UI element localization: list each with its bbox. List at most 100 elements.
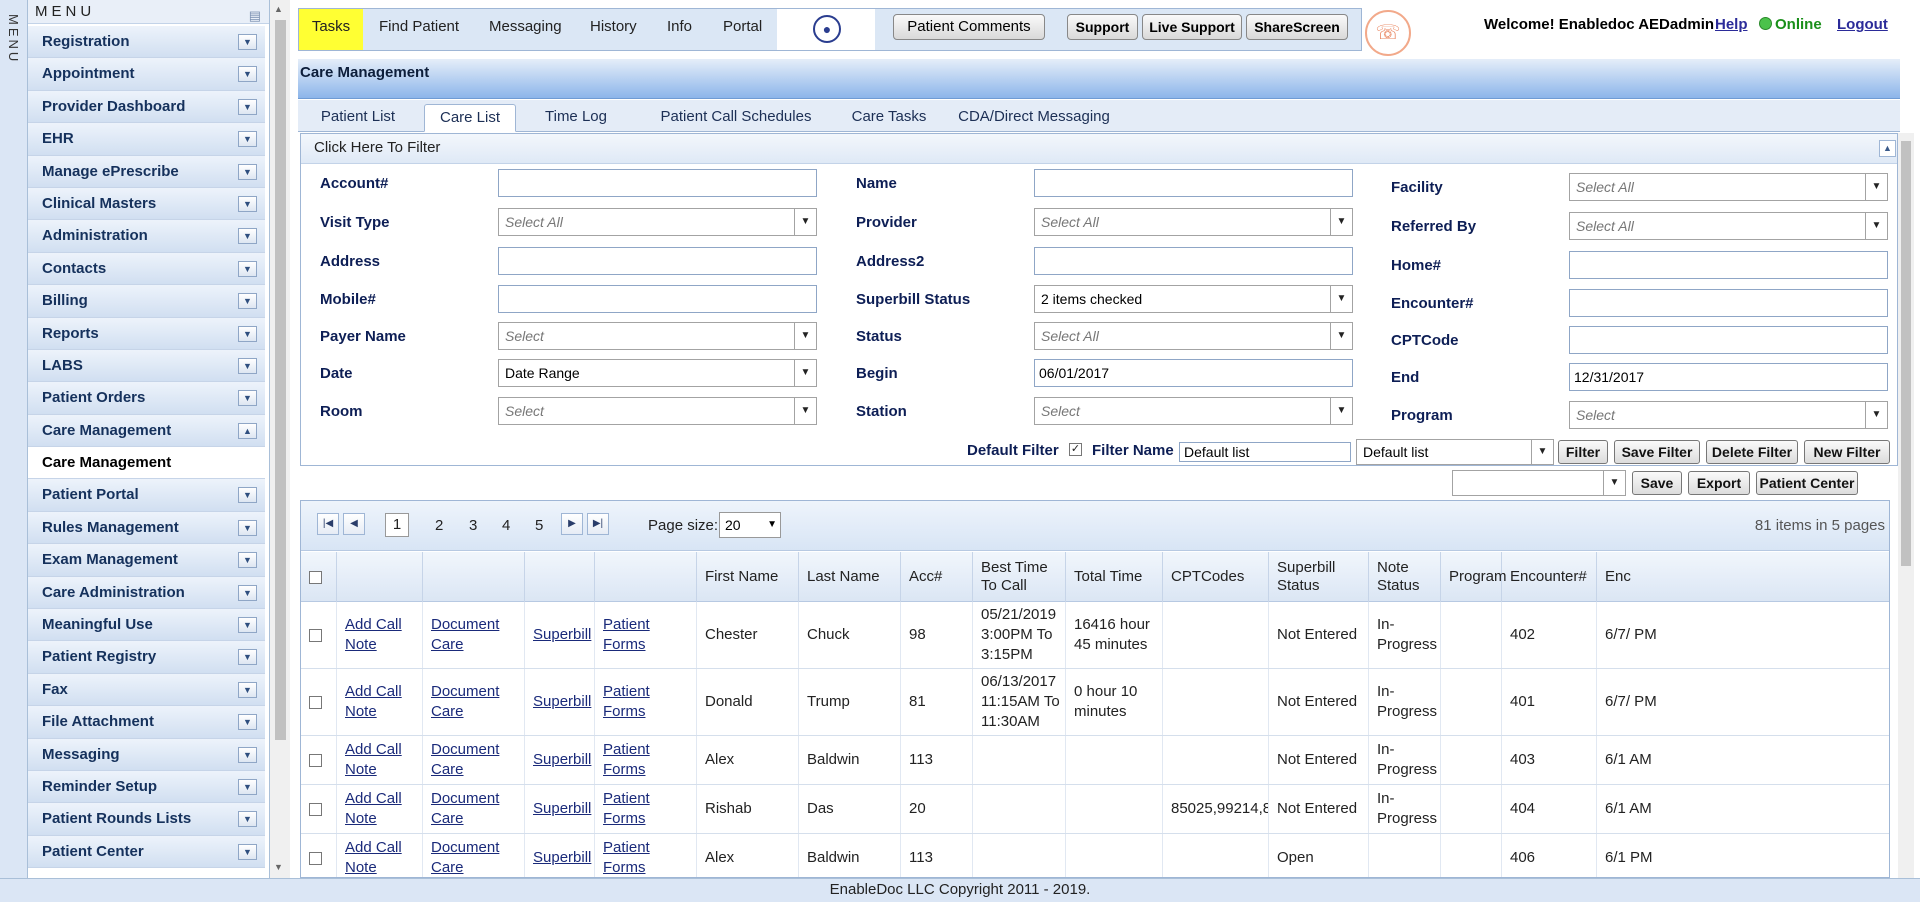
last-page-icon[interactable]: ▶|: [587, 513, 609, 535]
logout-link[interactable]: Logout: [1837, 16, 1888, 33]
sidebar-item[interactable]: Reports ▼: [28, 317, 265, 350]
sidebar-item[interactable]: Patient Orders ▼: [28, 382, 265, 415]
sidebar-item[interactable]: Exam Management ▼: [28, 544, 265, 577]
select-all-checkbox[interactable]: [309, 570, 322, 584]
add-call-note-link[interactable]: Add Call Note: [345, 789, 422, 829]
nav-history[interactable]: History: [590, 9, 637, 50]
tab-patient-list[interactable]: Patient List: [310, 104, 406, 132]
begin-date-input[interactable]: 06/01/2017: [1034, 359, 1353, 387]
chevron-down-icon[interactable]: ▼: [238, 66, 257, 83]
superbill-link[interactable]: Superbill: [533, 848, 591, 868]
status-select[interactable]: Select All ▼: [1034, 322, 1353, 350]
mobile-input[interactable]: [498, 285, 817, 313]
document-care-link[interactable]: Document Care: [431, 682, 524, 722]
column-header[interactable]: Best Time To Call: [973, 552, 1066, 602]
payer-name-select[interactable]: Select ▼: [498, 322, 817, 350]
patient-comments-button[interactable]: Patient Comments: [893, 14, 1045, 40]
tab-time-log[interactable]: Time Log: [534, 104, 618, 132]
sidebar-item[interactable]: EHR ▼: [28, 123, 265, 156]
chevron-down-icon[interactable]: ▼: [238, 714, 257, 731]
tab-care-list[interactable]: Care List: [424, 104, 516, 132]
save-filter-button[interactable]: Save Filter: [1614, 440, 1700, 464]
superbill-link[interactable]: Superbill: [533, 750, 591, 770]
cptcode-input[interactable]: [1569, 326, 1888, 354]
column-header[interactable]: CPTCodes: [1163, 552, 1269, 602]
sidebar-item[interactable]: Rules Management ▼: [28, 511, 265, 545]
superbill-link[interactable]: Superbill: [533, 692, 591, 712]
add-call-note-link[interactable]: Add Call Note: [345, 682, 422, 722]
sidebar-item[interactable]: Provider Dashboard ▼: [28, 90, 265, 124]
chevron-down-icon[interactable]: ▼: [238, 195, 257, 212]
add-call-note-link[interactable]: Add Call Note: [345, 838, 422, 877]
document-care-link[interactable]: Document Care: [431, 789, 524, 829]
chevron-down-icon[interactable]: ▼: [238, 617, 257, 634]
tab-care-tasks[interactable]: Care Tasks: [846, 104, 932, 132]
scroll-up-icon[interactable]: ▲: [274, 4, 283, 14]
superbill-status-select[interactable]: 2 items checked ▼: [1034, 285, 1353, 313]
menu-scroll-thumb[interactable]: [275, 20, 286, 740]
row-checkbox[interactable]: [309, 802, 322, 816]
sidebar-item[interactable]: Reminder Setup ▼: [28, 770, 265, 804]
save-button[interactable]: Save: [1632, 471, 1682, 495]
superbill-link[interactable]: Superbill: [533, 799, 591, 819]
sidebar-item[interactable]: Patient Portal ▼: [28, 479, 265, 512]
filter-button[interactable]: Filter: [1558, 440, 1608, 464]
patient-forms-link[interactable]: Patient Forms: [603, 615, 696, 655]
encounter-input[interactable]: [1569, 289, 1888, 317]
page-1[interactable]: 1: [385, 513, 409, 537]
sidebar-item[interactable]: Meaningful Use ▼: [28, 609, 265, 642]
sidebar-item[interactable]: Care Management ▲: [28, 414, 265, 448]
filter-name-input[interactable]: Default list: [1179, 442, 1351, 462]
room-select[interactable]: Select ▼: [498, 397, 817, 425]
column-header[interactable]: Enc: [1597, 552, 1889, 602]
voice-button[interactable]: ●: [777, 9, 875, 50]
sidebar-item[interactable]: Administration ▼: [28, 220, 265, 253]
patient-forms-link[interactable]: Patient Forms: [603, 740, 696, 780]
patient-center-button[interactable]: Patient Center: [1756, 471, 1858, 495]
delete-filter-button[interactable]: Delete Filter: [1706, 440, 1798, 464]
chevron-down-icon[interactable]: ▼: [238, 390, 257, 407]
page-3[interactable]: 3: [469, 517, 477, 534]
chevron-down-icon[interactable]: ▼: [238, 34, 257, 50]
chevron-down-icon[interactable]: ▼: [238, 163, 257, 180]
sidebar-item[interactable]: Care Management: [28, 447, 265, 480]
chevron-down-icon[interactable]: ▼: [238, 811, 257, 828]
column-header[interactable]: Superbill Status: [1269, 552, 1369, 602]
name-input[interactable]: [1034, 169, 1353, 197]
sidebar-item[interactable]: Messaging ▼: [28, 738, 265, 771]
chevron-down-icon[interactable]: ▼: [238, 552, 257, 569]
prev-page-icon[interactable]: ◀: [343, 513, 365, 535]
nav-messaging[interactable]: Messaging: [489, 9, 562, 50]
column-header[interactable]: Note Status: [1369, 552, 1441, 602]
column-header[interactable]: Encounter#: [1502, 552, 1597, 602]
referred-by-select[interactable]: Select All ▼: [1569, 212, 1888, 240]
page-2[interactable]: 2: [435, 517, 443, 534]
chevron-down-icon[interactable]: ▼: [238, 843, 257, 860]
menu-scrollbar[interactable]: ▲ ▼: [270, 0, 290, 878]
chevron-down-icon[interactable]: ▼: [238, 293, 257, 310]
export-button[interactable]: Export: [1688, 471, 1750, 495]
row-checkbox[interactable]: [309, 628, 322, 642]
sidebar-item[interactable]: Patient Rounds Lists ▼: [28, 803, 265, 836]
sidebar-item[interactable]: Manage ePrescribe ▼: [28, 155, 265, 188]
column-header[interactable]: Program: [1441, 552, 1507, 602]
filter-header[interactable]: Click Here To Filter ▲: [301, 134, 1897, 164]
date-select[interactable]: Date Range ▼: [498, 359, 817, 387]
nav-portal[interactable]: Portal: [723, 9, 762, 50]
chevron-down-icon[interactable]: ▼: [238, 98, 257, 115]
chevron-down-icon[interactable]: ▼: [238, 260, 257, 277]
visit-type-select[interactable]: Select All ▼: [498, 208, 817, 236]
column-header[interactable]: Acc#: [901, 552, 973, 602]
column-header[interactable]: Total Time: [1066, 552, 1163, 602]
row-checkbox[interactable]: [309, 753, 322, 767]
row-checkbox[interactable]: [309, 695, 322, 709]
help-link[interactable]: Help: [1715, 16, 1748, 33]
patient-forms-link[interactable]: Patient Forms: [603, 789, 696, 829]
sidebar-item[interactable]: Clinical Masters ▼: [28, 187, 265, 221]
scroll-down-icon[interactable]: ▼: [274, 862, 283, 872]
provider-select[interactable]: Select All ▼: [1034, 208, 1353, 236]
video-call-icon[interactable]: ☏: [1365, 10, 1411, 56]
sidebar-item[interactable]: Patient Center ▼: [28, 835, 265, 869]
column-header[interactable]: First Name: [697, 552, 799, 602]
action-select[interactable]: ▼: [1452, 470, 1626, 496]
